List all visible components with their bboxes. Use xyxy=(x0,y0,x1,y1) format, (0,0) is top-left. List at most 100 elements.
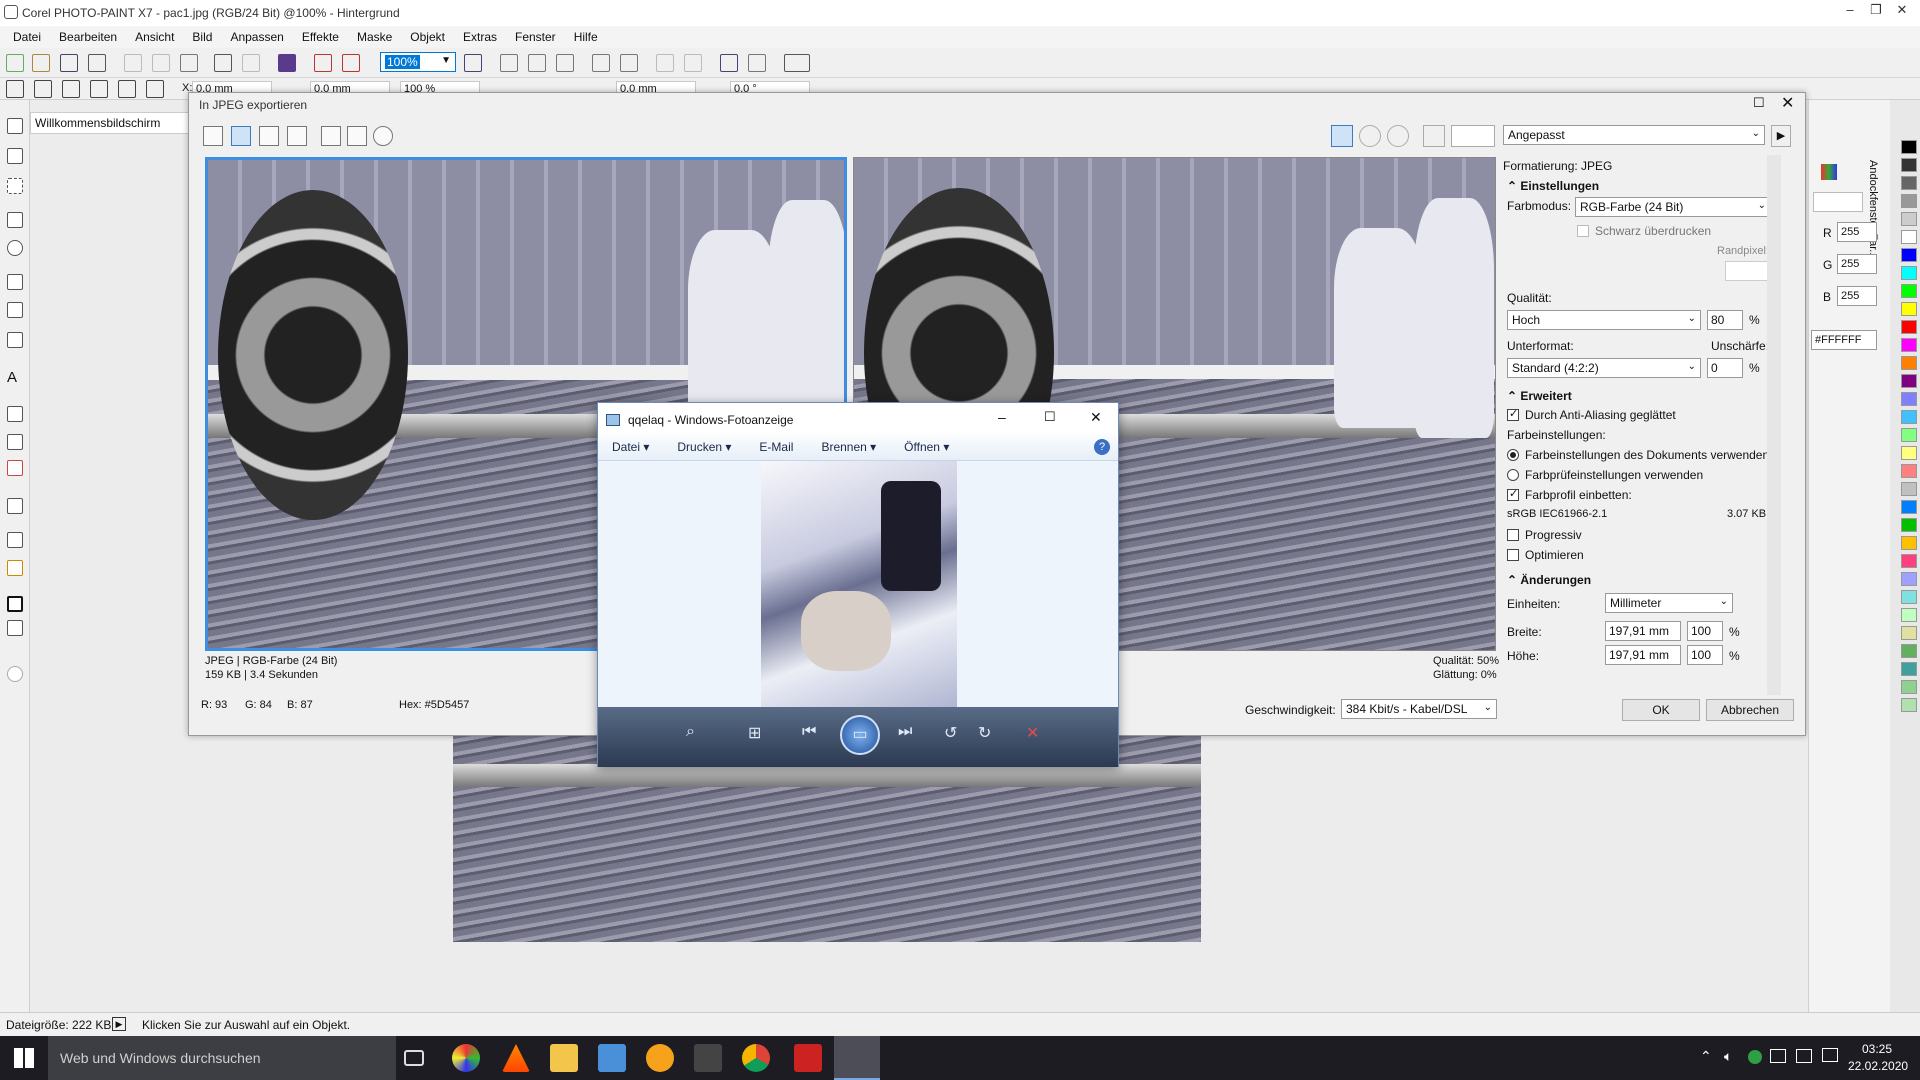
zoom-tool-icon[interactable] xyxy=(7,240,23,256)
optimize-checkbox[interactable] xyxy=(1507,549,1519,561)
height-input[interactable]: 197,91 mm xyxy=(1605,645,1681,665)
zoom-100-icon[interactable] xyxy=(373,126,393,146)
swap-colors-icon[interactable] xyxy=(7,620,23,636)
palette-swatch[interactable] xyxy=(1901,590,1917,604)
paint-tool-icon[interactable] xyxy=(7,406,23,422)
zoom-fit-view-icon[interactable] xyxy=(321,126,341,146)
changes-header[interactable]: ⌃ Änderungen xyxy=(1507,573,1591,587)
menu-fenster[interactable]: Fenster xyxy=(506,30,565,44)
skew-mode-icon[interactable] xyxy=(90,80,108,98)
palette-swatch[interactable] xyxy=(1901,284,1917,298)
speed-select[interactable]: 384 Kbit/s - Kabel/DSL ⌄ xyxy=(1341,699,1497,719)
chrome-icon[interactable] xyxy=(742,1044,770,1072)
palette-swatch[interactable] xyxy=(1901,446,1917,460)
hex-input[interactable]: #FFFFFF xyxy=(1811,330,1877,350)
transform-tool-icon[interactable] xyxy=(7,148,23,164)
viewer-menu-email[interactable]: E-Mail xyxy=(759,440,793,454)
zoom-one-to-one-icon[interactable] xyxy=(347,126,367,146)
palette-swatch[interactable] xyxy=(1901,644,1917,658)
copy-icon[interactable] xyxy=(152,54,170,72)
scale-mode-icon[interactable] xyxy=(62,80,80,98)
g-input[interactable]: 255 xyxy=(1837,254,1877,274)
height-percent-input[interactable]: 100 xyxy=(1687,645,1723,665)
palette-swatch[interactable] xyxy=(1901,194,1917,208)
palette-swatch[interactable] xyxy=(1901,482,1917,496)
menu-maske[interactable]: Maske xyxy=(348,30,401,44)
guidelines-icon[interactable] xyxy=(528,54,546,72)
palette-swatch[interactable] xyxy=(1901,410,1917,424)
quality-select[interactable]: Hoch ⌄ xyxy=(1507,310,1701,330)
actual-size-icon[interactable]: ⊞ xyxy=(748,723,761,743)
settings-header[interactable]: ⌃ Einstellungen xyxy=(1507,179,1599,193)
redeye-tool-icon[interactable] xyxy=(7,274,23,290)
folder-dark-icon[interactable] xyxy=(694,1044,722,1072)
color-mode-select[interactable]: RGB-Farbe (24 Bit) ⌄ xyxy=(1575,197,1771,217)
rectangle-tool-icon[interactable] xyxy=(7,434,23,450)
clock-date[interactable]: 22.02.2020 xyxy=(1848,1059,1908,1073)
object-lock-icon[interactable] xyxy=(656,54,674,72)
split-vertical-icon[interactable] xyxy=(231,126,251,146)
menu-anpassen[interactable]: Anpassen xyxy=(221,30,292,44)
overprint-checkbox[interactable] xyxy=(1577,225,1589,237)
clone-tool-icon[interactable] xyxy=(7,302,23,318)
color-model-select[interactable] xyxy=(1813,192,1863,212)
menu-ansicht[interactable]: Ansicht xyxy=(126,30,183,44)
split-horizontal-icon[interactable] xyxy=(259,126,279,146)
eyedropper-tool-icon[interactable] xyxy=(7,532,23,548)
move-mode-icon[interactable] xyxy=(6,80,24,98)
mask-marquee-icon[interactable] xyxy=(620,54,638,72)
quad-view-icon[interactable] xyxy=(287,126,307,146)
maximize-icon[interactable]: ☐ xyxy=(1753,95,1765,111)
coreldraw-icon[interactable] xyxy=(452,1044,480,1072)
palette-swatch[interactable] xyxy=(1901,176,1917,190)
export-icon[interactable] xyxy=(314,54,332,72)
palette-swatch[interactable] xyxy=(1901,500,1917,514)
mask-show-icon[interactable] xyxy=(592,54,610,72)
keyboard-icon[interactable] xyxy=(1796,1049,1812,1063)
palette-swatch[interactable] xyxy=(1901,356,1917,370)
publish-icon[interactable] xyxy=(342,54,360,72)
options-icon[interactable] xyxy=(748,54,766,72)
palette-swatch[interactable] xyxy=(1901,266,1917,280)
viewer-menu-brennen[interactable]: Brennen ▾ xyxy=(821,440,876,454)
palette-swatch[interactable] xyxy=(1901,626,1917,640)
palette-swatch[interactable] xyxy=(1901,536,1917,550)
eyedropper-icon[interactable] xyxy=(1423,125,1445,147)
palette-swatch[interactable] xyxy=(1901,374,1917,388)
antialias-checkbox[interactable] xyxy=(1507,407,1519,421)
palette-swatch[interactable] xyxy=(1901,302,1917,316)
cancel-button[interactable]: Abbrechen xyxy=(1706,699,1794,721)
task-view-icon[interactable] xyxy=(404,1050,424,1066)
zoom-in-icon[interactable] xyxy=(1359,125,1381,147)
b-input[interactable]: 255 xyxy=(1837,286,1877,306)
background-color-select[interactable] xyxy=(1451,125,1495,147)
blur-spinner[interactable]: 0 xyxy=(1707,358,1743,378)
rotate-right-icon[interactable]: ↻ xyxy=(978,723,991,743)
tab-welcome[interactable]: Willkommensbildschirm xyxy=(30,112,190,134)
palette-swatch[interactable] xyxy=(1901,140,1917,154)
width-percent-input[interactable]: 100 xyxy=(1687,621,1723,641)
palette-swatch[interactable] xyxy=(1901,608,1917,622)
palette-swatch[interactable] xyxy=(1901,680,1917,694)
search-box[interactable]: Web und Windows durchsuchen xyxy=(48,1036,396,1080)
viewer-minimize-icon[interactable]: – xyxy=(998,409,1006,425)
palette-swatch[interactable] xyxy=(1901,320,1917,334)
security-icon[interactable] xyxy=(1748,1050,1762,1064)
mask-tool-icon[interactable] xyxy=(7,178,23,194)
progressive-checkbox[interactable] xyxy=(1507,529,1519,541)
preset-menu-icon[interactable]: ▶ xyxy=(1771,125,1791,147)
palette-swatch[interactable] xyxy=(1901,392,1917,406)
photo-paint-icon[interactable] xyxy=(794,1044,822,1072)
object-show-icon[interactable] xyxy=(684,54,702,72)
perspective-mode-icon[interactable] xyxy=(146,80,164,98)
redo-icon[interactable] xyxy=(242,54,260,72)
panel-scrollbar[interactable] xyxy=(1767,155,1781,695)
viewer-image-area[interactable] xyxy=(598,461,1118,707)
notification-icon[interactable] xyxy=(1822,1048,1838,1062)
palette-swatch[interactable] xyxy=(1901,554,1917,568)
zoom-icon[interactable]: ⌕ xyxy=(686,723,695,741)
doc-color-radio[interactable] xyxy=(1507,449,1519,461)
palette-swatch[interactable] xyxy=(1901,230,1917,244)
delete-icon[interactable]: ✕ xyxy=(1026,723,1039,743)
palette-swatch[interactable] xyxy=(1901,338,1917,352)
